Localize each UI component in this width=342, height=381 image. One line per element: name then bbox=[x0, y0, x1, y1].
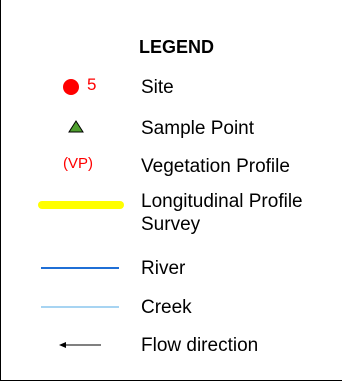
map-legend: LEGEND 5 Site Sample Point (VP) Vegetati… bbox=[0, 0, 342, 381]
legend-label-creek: Creek bbox=[141, 297, 192, 318]
legend-item-vegetation-profile: (VP) Vegetation Profile bbox=[1, 151, 342, 183]
vegetation-profile-symbol: (VP) bbox=[31, 151, 127, 181]
yellow-line-icon bbox=[38, 201, 124, 209]
red-circle-icon bbox=[63, 79, 79, 95]
legend-item-site: 5 Site bbox=[1, 72, 342, 104]
river-line-icon bbox=[41, 267, 119, 269]
legend-label-vegetation-profile: Vegetation Profile bbox=[141, 156, 290, 177]
legend-item-sample-point: Sample Point bbox=[1, 113, 342, 145]
site-symbol: 5 bbox=[31, 72, 127, 102]
legend-item-flow-direction: Flow direction bbox=[1, 331, 342, 363]
vp-label: (VP) bbox=[63, 155, 93, 172]
legend-label-sample-point: Sample Point bbox=[141, 118, 255, 139]
creek-line-icon bbox=[41, 306, 119, 308]
legend-title: LEGEND bbox=[139, 37, 215, 57]
legend-label-site: Site bbox=[141, 77, 174, 98]
legend-label-river: River bbox=[141, 258, 186, 279]
sample-point-symbol bbox=[31, 113, 127, 143]
site-number: 5 bbox=[87, 75, 97, 94]
legend-item-longitudinal-profile: Longitudinal Profile Survey bbox=[1, 190, 342, 246]
longitudinal-profile-symbol bbox=[31, 192, 127, 222]
arrow-left-icon bbox=[59, 342, 101, 348]
legend-label-longitudinal-profile: Longitudinal Profile Survey bbox=[141, 191, 303, 235]
flow-direction-symbol bbox=[31, 331, 127, 361]
creek-symbol bbox=[31, 293, 127, 323]
legend-item-river: River bbox=[1, 254, 342, 286]
river-symbol bbox=[31, 254, 127, 284]
legend-item-creek: Creek bbox=[1, 293, 342, 325]
legend-label-flow-direction: Flow direction bbox=[141, 335, 259, 356]
green-triangle-icon bbox=[68, 120, 84, 133]
